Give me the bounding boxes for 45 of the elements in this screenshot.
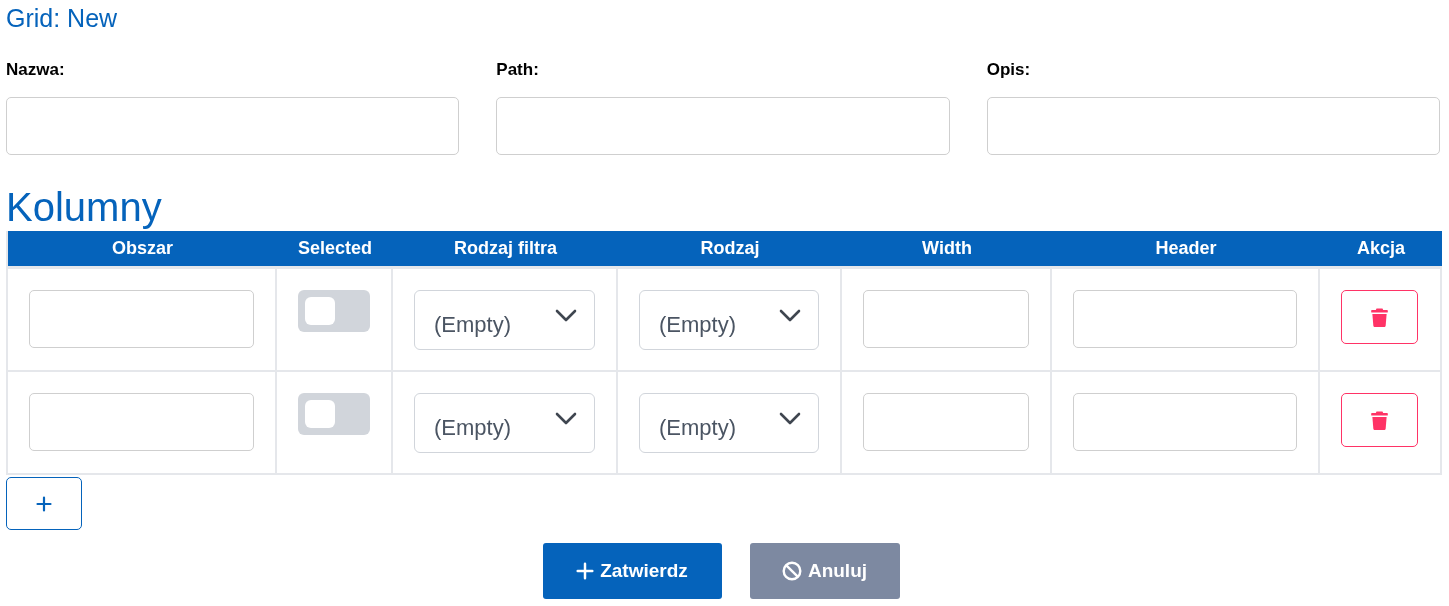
select-value: (Empty) bbox=[659, 310, 736, 339]
chevron-down-icon bbox=[555, 308, 577, 322]
trash-icon bbox=[1371, 410, 1388, 430]
cancel-button[interactable]: Anuluj bbox=[749, 543, 900, 599]
plus-icon bbox=[36, 495, 52, 512]
select-value: (Empty) bbox=[434, 310, 511, 339]
column-header: Header bbox=[1052, 231, 1320, 269]
column-header: Akcja bbox=[1320, 231, 1442, 269]
delete-button[interactable] bbox=[1341, 290, 1418, 344]
text-input-field[interactable] bbox=[6, 97, 460, 155]
filter-type-select[interactable]: (Empty) bbox=[414, 290, 595, 350]
table-input-field[interactable] bbox=[29, 393, 254, 451]
field-label: Opis: bbox=[986, 59, 1031, 81]
chevron-down-icon bbox=[779, 308, 801, 322]
column-header: Obszar bbox=[8, 231, 277, 269]
type-select[interactable]: (Empty) bbox=[639, 290, 819, 350]
page-title: Grid: New bbox=[6, 3, 118, 34]
field-label: Nazwa: bbox=[6, 59, 65, 81]
add-row-button[interactable] bbox=[6, 477, 82, 530]
table-input-field[interactable] bbox=[863, 393, 1029, 451]
type-select[interactable]: (Empty) bbox=[639, 393, 819, 453]
toggle-switch[interactable] bbox=[298, 290, 370, 332]
table-input-field[interactable] bbox=[1073, 393, 1297, 451]
text-input-field[interactable] bbox=[986, 97, 1440, 155]
column-header: Selected bbox=[277, 231, 393, 269]
column-header: Rodzaj bbox=[618, 231, 842, 269]
filter-type-select[interactable]: (Empty) bbox=[414, 393, 595, 453]
field-label: Path: bbox=[496, 59, 539, 81]
delete-button[interactable] bbox=[1341, 393, 1418, 447]
section-title: Kolumny bbox=[6, 184, 162, 231]
select-value: (Empty) bbox=[659, 413, 736, 442]
text-input-field[interactable] bbox=[496, 97, 950, 155]
toggle-switch[interactable] bbox=[298, 393, 370, 435]
column-header: Width bbox=[842, 231, 1052, 269]
select-value: (Empty) bbox=[434, 413, 511, 442]
table-input-field[interactable] bbox=[863, 290, 1029, 348]
table-input-field[interactable] bbox=[1073, 290, 1297, 348]
chevron-down-icon bbox=[779, 411, 801, 425]
chevron-down-icon bbox=[555, 411, 577, 425]
table-input-field[interactable] bbox=[29, 290, 254, 348]
trash-icon bbox=[1371, 307, 1388, 327]
plus-icon bbox=[576, 562, 595, 580]
submit-button[interactable]: Zatwierdz bbox=[542, 543, 722, 599]
ban-icon bbox=[781, 561, 802, 581]
column-header: Rodzaj filtra bbox=[393, 231, 618, 269]
